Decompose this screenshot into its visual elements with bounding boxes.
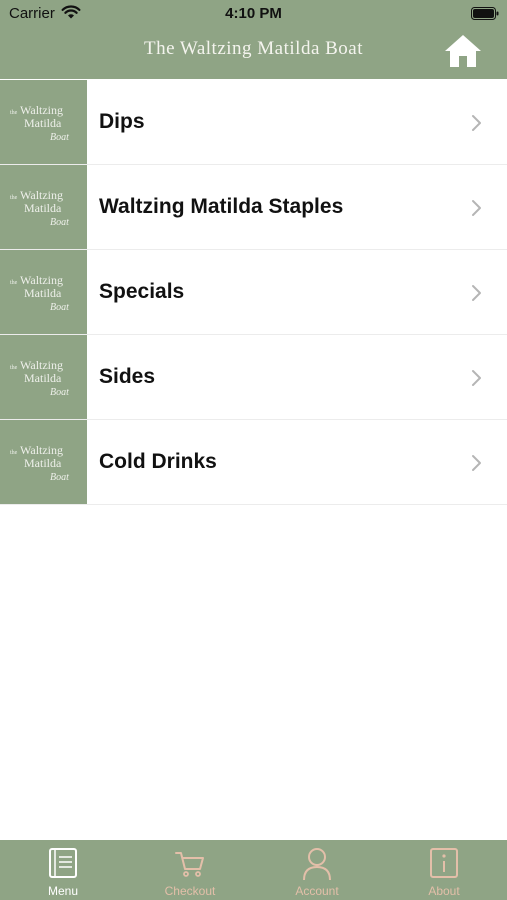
- svg-text:Matilda: Matilda: [24, 371, 62, 385]
- page-title: The Waltzing Matilda Boat: [143, 38, 364, 59]
- info-icon: [429, 847, 459, 884]
- svg-text:Waltzing: Waltzing: [20, 273, 63, 287]
- tab-label: Checkout: [164, 884, 216, 898]
- svg-text:Waltzing: Waltzing: [20, 188, 63, 202]
- tab-label: Account: [295, 884, 339, 898]
- battery-icon: [471, 7, 499, 25]
- status-bar: Carrier 4:10 PM: [0, 0, 507, 28]
- category-thumbnail: the Waltzing Matilda Boat: [0, 80, 87, 164]
- category-row-specials[interactable]: the Waltzing Matilda Boat Specials: [0, 250, 507, 335]
- svg-text:Boat: Boat: [50, 217, 69, 228]
- svg-text:Waltzing: Waltzing: [20, 358, 63, 372]
- svg-text:the: the: [10, 280, 18, 286]
- chevron-right-icon: [471, 369, 483, 392]
- svg-text:Matilda: Matilda: [24, 116, 62, 130]
- svg-text:Matilda: Matilda: [24, 286, 62, 300]
- svg-text:Matilda: Matilda: [24, 456, 62, 470]
- menu-book-icon: [48, 847, 78, 884]
- tab-checkout[interactable]: Checkout: [127, 840, 253, 900]
- user-icon: [301, 847, 333, 886]
- category-label: Waltzing Matilda Staples: [99, 195, 344, 218]
- svg-text:Waltzing: Waltzing: [20, 103, 63, 117]
- category-thumbnail: the Waltzing Matilda Boat: [0, 335, 87, 419]
- category-row-staples[interactable]: the Waltzing Matilda Boat Waltzing Matil…: [0, 165, 507, 250]
- category-thumbnail: the Waltzing Matilda Boat: [0, 165, 87, 249]
- category-row-sides[interactable]: the Waltzing Matilda Boat Sides: [0, 335, 507, 420]
- chevron-right-icon: [471, 454, 483, 477]
- category-label: Cold Drinks: [99, 450, 217, 473]
- clock-time: 4:10 PM: [225, 5, 282, 22]
- svg-text:Boat: Boat: [50, 387, 69, 398]
- home-button[interactable]: [443, 33, 483, 69]
- svg-text:Boat: Boat: [50, 302, 69, 313]
- chevron-right-icon: [471, 284, 483, 307]
- svg-text:the: the: [10, 110, 18, 116]
- tab-menu[interactable]: Menu: [0, 840, 126, 900]
- chevron-right-icon: [471, 199, 483, 222]
- svg-text:Waltzing: Waltzing: [20, 443, 63, 457]
- svg-text:Boat: Boat: [50, 132, 69, 143]
- svg-text:Boat: Boat: [50, 472, 69, 483]
- category-list: the Waltzing Matilda Boat Dips the Waltz…: [0, 80, 507, 505]
- category-row-dips[interactable]: the Waltzing Matilda Boat Dips: [0, 80, 507, 165]
- category-row-cold-drinks[interactable]: the Waltzing Matilda Boat Cold Drinks: [0, 420, 507, 505]
- tab-bar: Menu Checkout Account About: [0, 840, 507, 900]
- category-label: Specials: [99, 280, 185, 303]
- tab-label: About: [428, 884, 460, 898]
- category-thumbnail: the Waltzing Matilda Boat: [0, 250, 87, 334]
- svg-text:the: the: [10, 365, 18, 371]
- category-thumbnail: the Waltzing Matilda Boat: [0, 420, 87, 504]
- cart-icon: [174, 847, 206, 884]
- category-label: Sides: [99, 365, 156, 388]
- app-header: Carrier 4:10 PM The Waltzing Matilda Boa…: [0, 0, 507, 79]
- chevron-right-icon: [471, 114, 483, 137]
- tab-label: Menu: [47, 884, 79, 898]
- svg-text:the: the: [10, 450, 18, 456]
- tab-account[interactable]: Account: [254, 840, 380, 900]
- svg-text:Matilda: Matilda: [24, 201, 62, 215]
- home-icon: [443, 35, 483, 73]
- tab-about[interactable]: About: [381, 840, 507, 900]
- svg-text:the: the: [10, 195, 18, 201]
- category-label: Dips: [99, 110, 145, 133]
